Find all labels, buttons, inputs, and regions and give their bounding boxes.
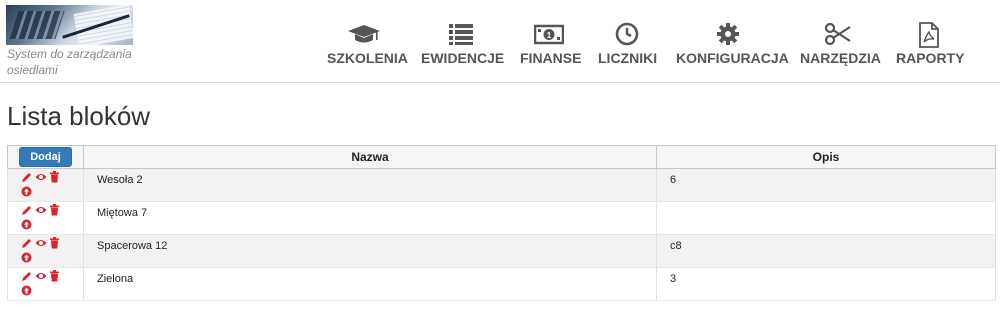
add-button[interactable]: Dodaj [19,147,72,167]
pencil-icon[interactable] [21,237,32,249]
nav-label: FINANSE [520,50,582,66]
graduation-cap-icon [327,22,401,46]
pdf-file-icon [896,22,962,48]
nav-label: RAPORTY [896,50,965,66]
nav-item-finanse[interactable]: 1 FINANSE [520,22,582,66]
cell-nazwa: Spacerowa 12 [83,234,657,268]
nav-label: KONFIGURACJA [676,50,789,66]
actions-header: Dodaj [7,145,84,169]
cell-nazwa: Miętowa 7 [83,201,657,235]
eye-icon[interactable] [35,237,47,249]
nav-label: SZKOLENIA [327,50,408,66]
logo-image[interactable] [6,5,133,45]
table-row: Miętowa 7 [7,201,996,235]
table-row: Wesoła 2 6 [7,168,996,202]
trash-icon[interactable] [49,237,60,249]
cell-opis [656,201,996,235]
logo-calculator-graphic [9,11,65,39]
column-header-opis[interactable]: Opis [656,145,996,169]
nav-item-ewidencje[interactable]: EWIDENCJE [421,22,505,66]
pencil-icon[interactable] [21,204,32,216]
cell-nazwa: Zielona [83,267,657,301]
cell-opis: 3 [656,267,996,301]
cell-nazwa: Wesoła 2 [83,168,657,202]
nav-item-szkolenia[interactable]: SZKOLENIA [327,22,408,66]
row-actions [7,168,84,202]
row-actions [7,201,84,235]
top-header: System do zarządzania osiedlami SZKOLENI… [0,0,1000,83]
nav-item-narzedzia[interactable]: NARZĘDZIA [800,22,881,66]
column-header-nazwa[interactable]: Nazwa [83,145,657,169]
table-body: Wesoła 2 6 Miętowa 7 Spacerowa 12 c8 Zie… [7,168,996,301]
svg-text:1: 1 [547,31,552,40]
money-icon: 1 [520,22,578,46]
arrow-up-circle-icon[interactable] [21,186,32,198]
row-actions [7,267,84,301]
scissors-icon [800,22,876,46]
eye-icon[interactable] [35,204,47,216]
arrow-up-circle-icon[interactable] [21,219,32,231]
eye-icon[interactable] [35,270,47,282]
blocks-table: Dodaj Nazwa Opis Wesoła 2 6 Miętowa 7 Sp… [7,145,996,301]
pencil-icon[interactable] [21,270,32,282]
page-title: Lista bloków [7,101,151,131]
trash-icon[interactable] [49,204,60,216]
table-header-row: Dodaj Nazwa Opis [7,145,996,169]
table-row: Spacerowa 12 c8 [7,234,996,268]
cell-opis: 6 [656,168,996,202]
nav-item-konfiguracja[interactable]: KONFIGURACJA [676,22,789,66]
clock-icon [598,22,656,46]
list-icon [421,22,501,46]
cell-opis: c8 [656,234,996,268]
arrow-up-circle-icon[interactable] [21,252,32,264]
row-actions [7,234,84,268]
gear-icon [676,22,780,46]
logo-tagline: System do zarządzania osiedlami [7,47,132,77]
nav-label: EWIDENCJE [421,50,505,66]
trash-icon[interactable] [49,171,60,183]
arrow-up-circle-icon[interactable] [21,285,32,297]
table-row: Zielona 3 [7,267,996,301]
trash-icon[interactable] [49,270,60,282]
pencil-icon[interactable] [21,171,32,183]
nav-item-liczniki[interactable]: LICZNIKI [598,22,658,66]
nav-item-raporty[interactable]: RAPORTY [896,22,965,66]
nav-label: LICZNIKI [598,50,658,66]
eye-icon[interactable] [35,171,47,183]
nav-label: NARZĘDZIA [800,50,881,66]
